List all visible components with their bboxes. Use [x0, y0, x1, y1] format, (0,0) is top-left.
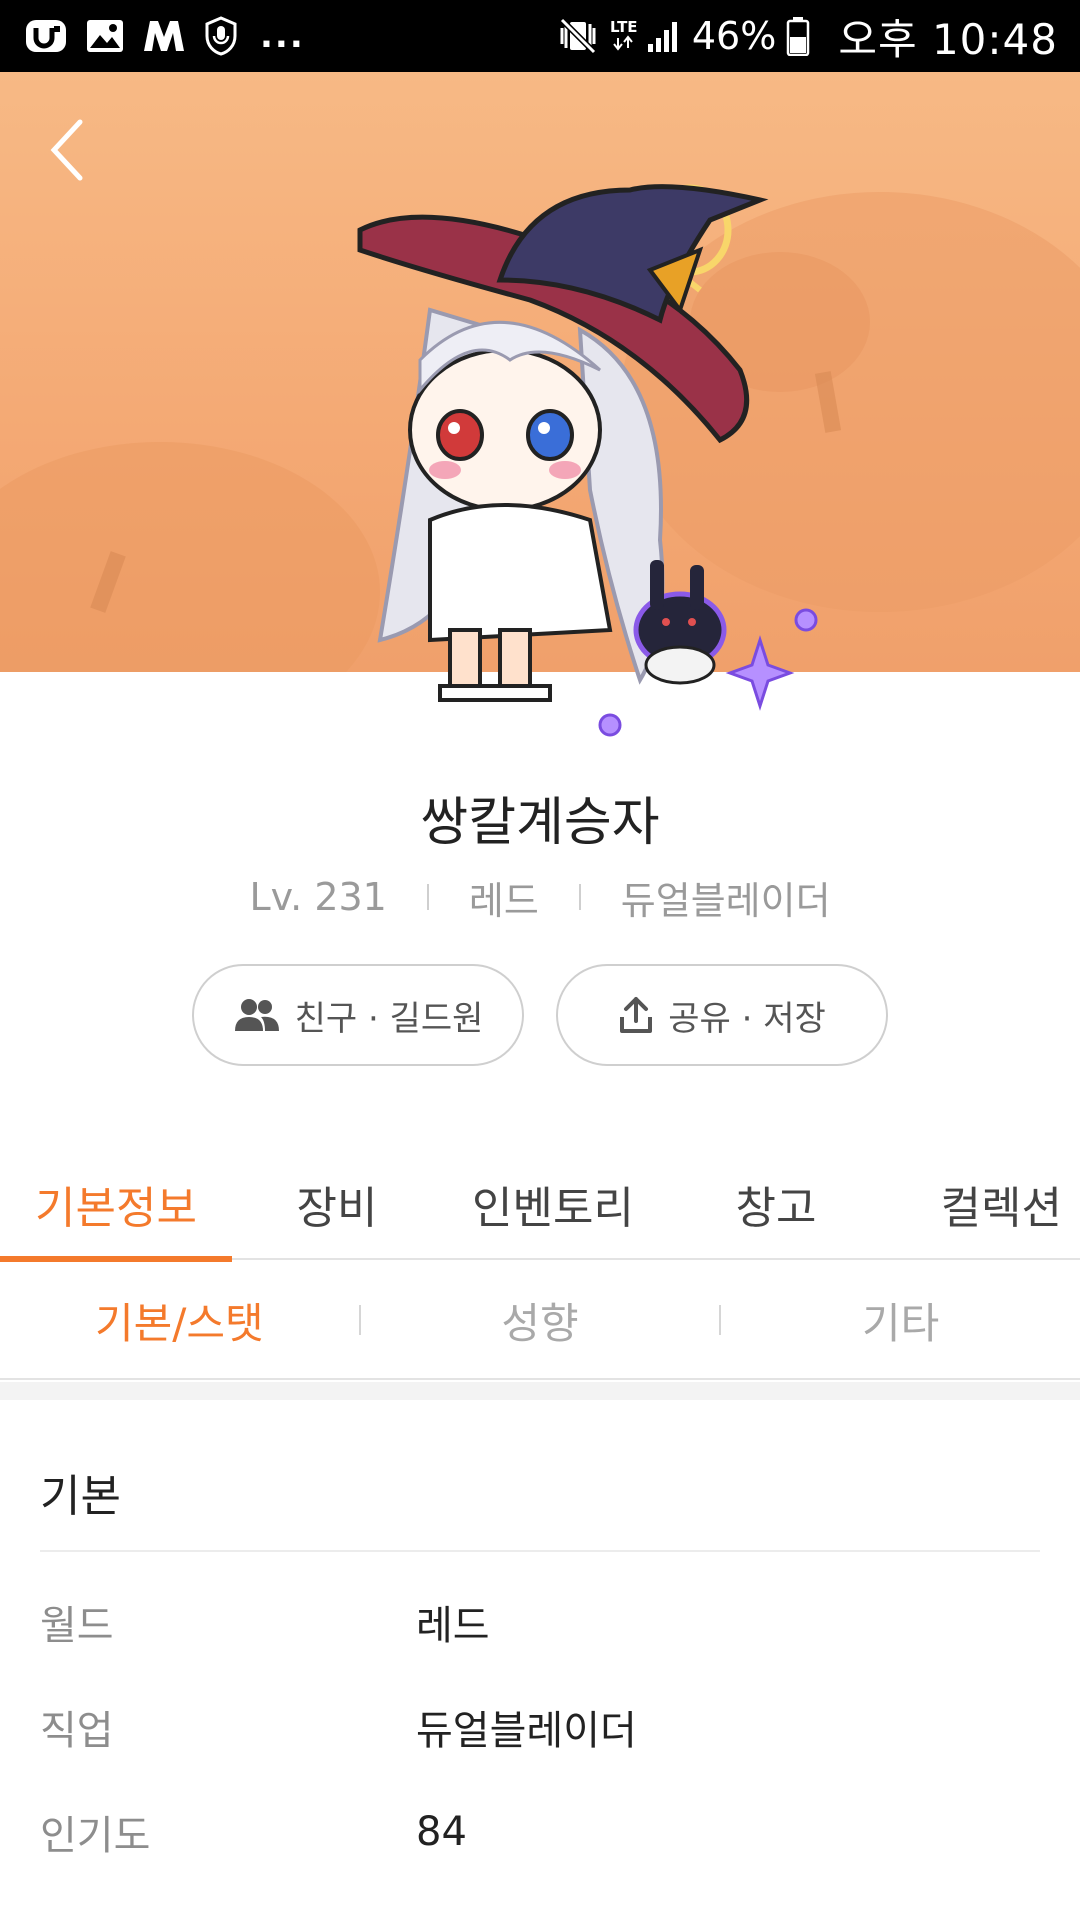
tab-label: 기본정보 [35, 1183, 197, 1234]
chevron-left-icon [50, 119, 83, 181]
status-bar: ... LTE 46% 오후 10:48 [0, 0, 1080, 72]
status-bar-notifications: ... [24, 16, 305, 56]
info-row-job: 직업 듀얼블레이더 [40, 1697, 1040, 1757]
info-divider [426, 884, 429, 910]
character-avatar [340, 160, 820, 760]
battery-percent: 46% [691, 14, 777, 58]
uplus-app-icon [24, 16, 68, 56]
more-notifications: ... [260, 16, 305, 56]
profile-actions: 친구 · 길드원 공유 · 저장 [0, 964, 1080, 1066]
tab-label: 인벤토리 [472, 1183, 634, 1234]
tab-inventory[interactable]: 인벤토리 [442, 1148, 664, 1260]
info-row-popularity: 인기도 84 [40, 1802, 1040, 1862]
tab-storage[interactable]: 창고 [664, 1148, 888, 1260]
info-label: 인기도 [40, 1813, 151, 1859]
tab-collection[interactable]: 컬렉션 [888, 1148, 1080, 1260]
tab-basic-info[interactable]: 기본정보 [0, 1148, 232, 1262]
vibrate-mute-icon [558, 18, 598, 54]
gallery-icon [86, 19, 124, 53]
tab-label: 장비 [296, 1183, 378, 1234]
tab-equipment[interactable]: 장비 [232, 1148, 442, 1260]
friends-guild-button[interactable]: 친구 · 길드원 [192, 964, 524, 1066]
character-world: 레드 [468, 878, 539, 923]
people-icon [233, 997, 281, 1033]
sub-tabs: 기본/스탯 성향 기타 [0, 1262, 1080, 1380]
character-level: Lv. 231 [249, 875, 387, 919]
info-value: 84 [416, 1809, 467, 1855]
battery-icon [786, 16, 810, 56]
shield-mic-icon [204, 16, 238, 56]
main-tabs: 기본정보 장비 인벤토리 창고 컬렉션 [0, 1148, 1080, 1262]
share-save-label: 공유 · 저장 [668, 998, 826, 1039]
section-divider [40, 1550, 1040, 1552]
share-icon [618, 995, 654, 1035]
info-value: 레드 [416, 1603, 490, 1649]
back-button[interactable] [40, 112, 100, 188]
basic-section-title: 기본 [40, 1471, 121, 1522]
character-name: 쌍칼계승자 [420, 793, 660, 853]
subtab-other[interactable]: 기타 [721, 1290, 1080, 1351]
info-label: 월드 [40, 1603, 114, 1649]
info-row-world: 월드 레드 [40, 1592, 1040, 1652]
share-save-button[interactable]: 공유 · 저장 [556, 964, 888, 1066]
subtab-tendency[interactable]: 성향 [361, 1290, 720, 1351]
section-spacer [0, 1382, 1080, 1400]
svg-text:LTE: LTE [610, 18, 638, 36]
character-info-line: Lv. 231 레드 듀얼블레이더 [0, 872, 1080, 923]
character-job: 듀얼블레이더 [620, 878, 831, 923]
m-app-icon [142, 19, 186, 53]
friends-guild-label: 친구 · 길드원 [294, 998, 484, 1039]
lte-signal-icon: LTE [610, 16, 680, 56]
tab-label: 컬렉션 [940, 1183, 1062, 1234]
clock: 오후 10:48 [838, 14, 1058, 64]
tab-label: 창고 [735, 1183, 817, 1234]
info-value: 듀얼블레이더 [416, 1708, 637, 1754]
info-divider [578, 884, 581, 910]
info-label: 직업 [40, 1708, 114, 1754]
status-bar-system: LTE 46% 오후 10:48 [558, 6, 1058, 67]
subtab-basic-stat[interactable]: 기본/스탯 [0, 1290, 359, 1351]
